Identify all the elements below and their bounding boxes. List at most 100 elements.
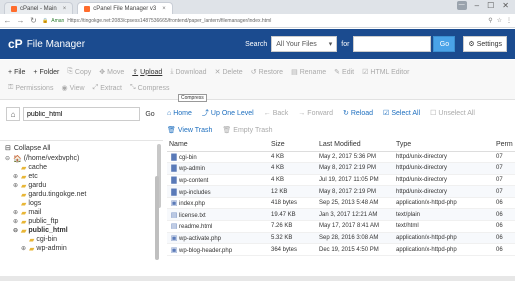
file-name-cell[interactable]: ▣ wp-activate.php bbox=[167, 232, 269, 245]
search-scope-select[interactable]: All Your Files ▾ bbox=[271, 36, 338, 52]
table-row[interactable]: ▇ wp-admin 4 KB May 8, 2017 2:19 PM httpd/un… bbox=[167, 162, 515, 175]
tree-node[interactable]: ▰ cgi-bin bbox=[5, 235, 158, 244]
column-header-type[interactable]: Type bbox=[394, 139, 494, 152]
extract-button[interactable]: ⤢ Extract bbox=[93, 84, 122, 92]
file-name-cell[interactable]: ▇ wp-includes bbox=[167, 185, 269, 198]
table-row[interactable]: ▤ license.txt 19.47 KB Jan 3, 2017 12:21 AM… bbox=[167, 208, 515, 222]
file-type: httpd/unix-directory bbox=[394, 174, 494, 187]
expand-toggle-icon[interactable]: ⊕ bbox=[13, 182, 19, 189]
view-button[interactable]: ◉ View bbox=[61, 84, 84, 93]
empty-trash-button[interactable]: 🗑 Empty Trash bbox=[222, 126, 272, 135]
table-row[interactable]: ▣ wp-blog-header.php 364 bytes Dec 19, 2015… bbox=[167, 243, 515, 256]
forward-button[interactable]: → Forward bbox=[298, 110, 333, 117]
file-last-modified: May 8, 2017 2:19 PM bbox=[317, 162, 394, 175]
trash-actions: 🗑 View Trash 🗑 Empty Trash bbox=[167, 126, 273, 135]
file-name: wp-content bbox=[179, 177, 209, 184]
select-all-button[interactable]: ☑ Select All bbox=[383, 109, 420, 118]
table-row[interactable]: ▣ index.php 418 bytes Sep 25, 2013 5:48 AM a… bbox=[167, 197, 515, 210]
reload-icon[interactable]: ↻ bbox=[29, 16, 38, 25]
file-last-modified: Jul 19, 2017 11:05 PM bbox=[317, 174, 394, 187]
browser-tab-cpanel-main[interactable]: cPanel - Main × bbox=[4, 2, 74, 14]
file-name-cell[interactable]: ▇ wp-content bbox=[167, 174, 269, 187]
table-row[interactable]: ▇ wp-content 4 KB Jul 19, 2017 11:05 PM http… bbox=[167, 174, 515, 187]
tree-node[interactable]: ⊖ 🏠 (/home/vexbvphc) bbox=[5, 154, 158, 163]
column-header-size[interactable]: Size bbox=[269, 139, 317, 152]
expand-toggle-icon[interactable]: ⊕ bbox=[13, 209, 19, 216]
rename-button[interactable]: ▤ Rename bbox=[291, 68, 326, 77]
expand-toggle-icon[interactable]: ⊕ bbox=[21, 245, 27, 252]
tree-node[interactable]: ⊕ ▰ wp-admin bbox=[5, 244, 158, 253]
close-window-icon[interactable]: ✕ bbox=[502, 1, 509, 10]
home-label: Home bbox=[173, 109, 192, 117]
tree-node[interactable]: ⊕ ▰ mail bbox=[5, 208, 158, 217]
file-name-cell[interactable]: ▣ index.php bbox=[167, 197, 269, 210]
url-field[interactable]: 🔒 Aman Https://tingokge.net:2083/cpsess1… bbox=[42, 16, 484, 26]
path-go-button[interactable]: Go bbox=[143, 107, 157, 121]
permissions-button[interactable]: ⚿ Permissions bbox=[8, 84, 53, 92]
table-row[interactable]: ▤ readme.html 7.26 KB May 17, 2017 8:41 AM t… bbox=[167, 220, 515, 233]
plus-icon: + bbox=[33, 68, 38, 76]
tree-node-label: gardu bbox=[28, 182, 47, 189]
expand-toggle-icon[interactable]: ⊕ bbox=[13, 218, 19, 225]
tree-node[interactable]: ⊕ ▰ public_ftp bbox=[5, 217, 158, 226]
file-name-cell[interactable]: ▣ wp-blog-header.php bbox=[167, 243, 269, 256]
user-profile-icon[interactable]: — bbox=[456, 1, 467, 10]
search-go-button[interactable]: Go bbox=[433, 36, 456, 52]
unselect-all-button[interactable]: ☐ Unselect All bbox=[430, 109, 475, 118]
back-button[interactable]: ← Back bbox=[264, 110, 289, 117]
column-header-name[interactable]: Name bbox=[167, 139, 269, 152]
file-button[interactable]: + File bbox=[8, 69, 25, 76]
tree-node-label: (/home/vexbvphc) bbox=[23, 155, 80, 162]
settings-button[interactable]: ⚙ Settings bbox=[463, 36, 507, 52]
menu-icon[interactable]: ⋮ bbox=[506, 17, 512, 24]
chevron-down-icon: ▾ bbox=[328, 41, 333, 48]
bookmark-star-icon[interactable]: ☆ bbox=[497, 17, 502, 24]
table-row[interactable]: ▣ wp-activate.php 5.32 KB Sep 28, 2016 3:08… bbox=[167, 232, 515, 245]
file-name-cell[interactable]: ▤ readme.html bbox=[167, 220, 269, 233]
zoom-icon[interactable]: ⚲ bbox=[488, 17, 492, 24]
delete-button[interactable]: ✕ Delete bbox=[215, 68, 243, 77]
restore-button[interactable]: ↺ Restore bbox=[251, 68, 283, 77]
tab-close-icon[interactable]: × bbox=[63, 6, 67, 12]
expand-toggle-icon[interactable]: ⊖ bbox=[13, 227, 19, 234]
extract-label: Extract bbox=[100, 84, 123, 92]
home-directory-icon[interactable]: ⌂ bbox=[6, 107, 20, 121]
tree-node[interactable]: ▰ logs bbox=[5, 199, 158, 208]
reload-button[interactable]: ↻ Reload bbox=[343, 109, 373, 118]
tree-node[interactable]: ⊕ ▰ etc bbox=[5, 172, 158, 181]
left-panel-scrollbar[interactable] bbox=[155, 176, 159, 260]
html-editor-button[interactable]: ☑ HTML Editor bbox=[362, 68, 409, 77]
expand-toggle-icon[interactable]: ⊖ bbox=[5, 155, 11, 162]
edit-button[interactable]: ✎ Edit bbox=[334, 68, 354, 77]
up-one-level-button[interactable]: ⤴ Up One Level bbox=[202, 108, 254, 118]
tree-node[interactable]: ▰ gardu.tingokge.net bbox=[5, 190, 158, 199]
home-button[interactable]: ⌂ Home bbox=[167, 110, 192, 117]
table-row[interactable]: ▇ wp-includes 12 KB May 8, 2017 2:19 PM http… bbox=[167, 185, 515, 198]
file-name-cell[interactable]: ▇ wp-admin bbox=[167, 162, 269, 175]
upload-button[interactable]: ⇪ Upload bbox=[132, 68, 162, 77]
search-input[interactable] bbox=[353, 36, 432, 52]
compress-button[interactable]: ⤡ Compress bbox=[130, 84, 170, 92]
file-name-cell[interactable]: ▤ license.txt bbox=[167, 208, 269, 222]
minimize-icon[interactable]: – bbox=[475, 1, 479, 10]
path-input[interactable] bbox=[23, 107, 140, 121]
tree-node[interactable]: ⊖ ▰ public_html bbox=[5, 226, 158, 235]
column-header-permissions[interactable]: Perm bbox=[494, 139, 515, 152]
collapse-all-button[interactable]: ⊟ Collapse All bbox=[5, 144, 158, 153]
table-row[interactable]: ▇ cgi-bin 4 KB May 2, 2017 5:36 PM httpd/uni… bbox=[167, 151, 515, 164]
column-header-last-modified[interactable]: Last Modified bbox=[317, 139, 394, 152]
move-button[interactable]: ✥ Move bbox=[99, 68, 124, 77]
folder-button[interactable]: + Folder bbox=[33, 69, 59, 76]
back-arrow-icon[interactable]: ← bbox=[3, 16, 12, 25]
browser-tab-file-manager[interactable]: cPanel File Manager v3 × bbox=[77, 2, 173, 14]
download-button[interactable]: ⤓ Download bbox=[170, 68, 206, 76]
maximize-icon[interactable]: ☐ bbox=[487, 1, 494, 10]
file-name-cell[interactable]: ▇ cgi-bin bbox=[167, 151, 269, 164]
forward-arrow-icon[interactable]: → bbox=[16, 16, 25, 25]
expand-toggle-icon[interactable]: ⊕ bbox=[13, 173, 19, 180]
tab-close-icon[interactable]: × bbox=[162, 6, 166, 12]
view-trash-button[interactable]: 🗑 View Trash bbox=[167, 126, 212, 135]
tree-node[interactable]: ⊕ ▰ gardu bbox=[5, 181, 158, 190]
tree-node[interactable]: ▰ cache bbox=[5, 163, 158, 172]
copy-button[interactable]: ⎘ Copy bbox=[67, 68, 91, 76]
